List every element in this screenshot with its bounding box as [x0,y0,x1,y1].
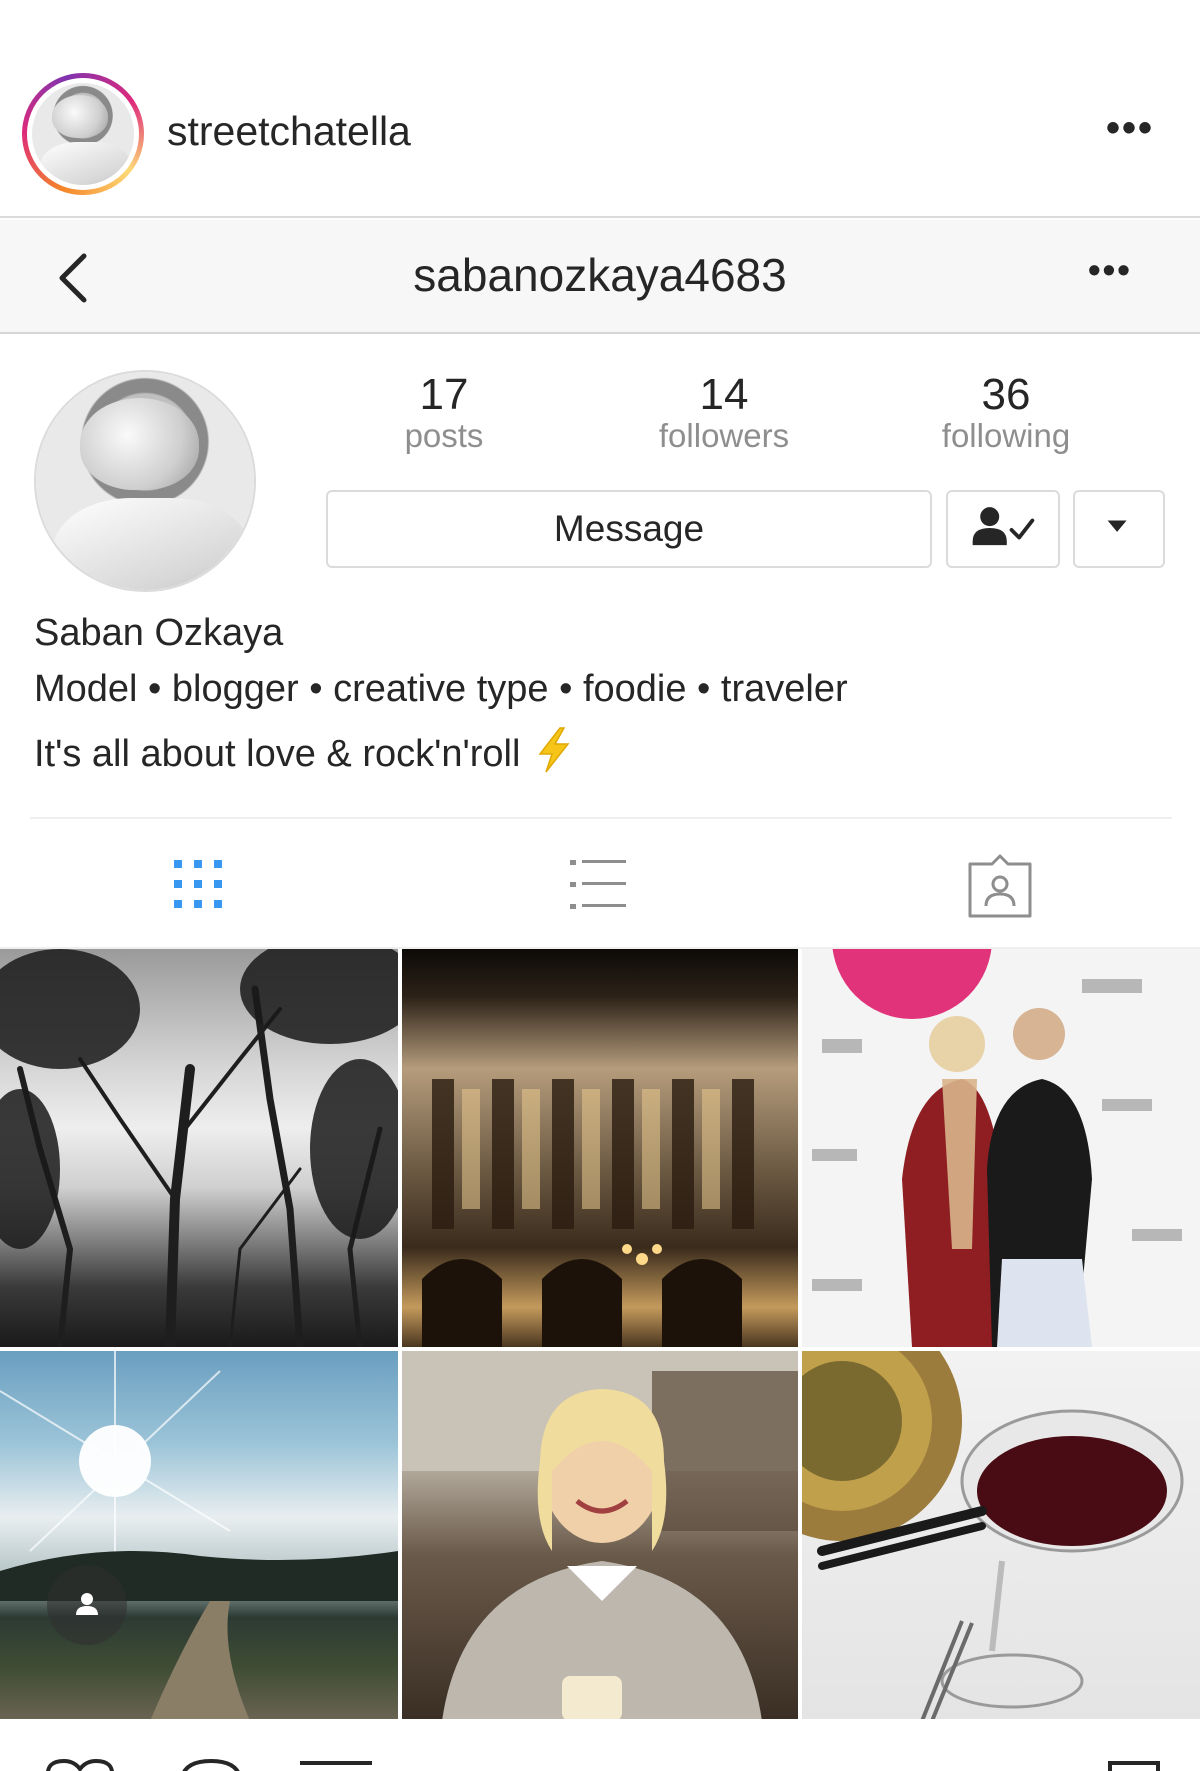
heart-icon[interactable] [40,1757,120,1771]
tagged-photos-icon [968,854,1032,918]
bookmark-icon[interactable] [1104,1757,1164,1771]
profile-avatar[interactable] [34,370,256,592]
nav-bar: sabanozkaya4683 ••• [0,220,1200,334]
profile-stats: 17 posts 14 followers 36 following [324,370,1164,472]
message-button[interactable]: Message [326,490,932,568]
more-horizontal-icon[interactable]: ••• [1106,108,1154,148]
tab-tagged-photos[interactable] [966,850,1034,934]
profile-name: Saban Ozkaya [34,612,284,654]
bio-line-2: It's all about love & rock'n'roll [34,726,572,776]
grid-photo-misty-field[interactable] [0,1351,398,1721]
tab-list-view[interactable] [566,850,630,934]
post-username[interactable]: streetchatella [167,108,411,155]
person-check-icon [972,507,1035,546]
suggestions-dropdown-button[interactable] [1073,490,1165,568]
page-title: sabanozkaya4683 [413,249,787,301]
stat-followers[interactable]: 14 followers [604,370,844,455]
list-view-icon [570,860,626,909]
divider [30,817,1172,819]
grid-photo-wine[interactable] [802,1351,1200,1721]
bio-line: Model • blogger • creative type • foodie… [34,668,848,710]
grid-photo-restaurant[interactable] [402,1351,798,1721]
stat-label: followers [658,417,790,455]
post-actions-strip [0,1719,1200,1771]
avatar-photo [36,372,254,590]
grid-photo-opera-house[interactable] [402,949,798,1347]
tab-grid-view[interactable] [168,850,228,934]
share-icon[interactable] [296,1757,376,1771]
stat-value: 17 [419,370,469,419]
stat-value: 14 [699,370,749,419]
photo-grid [0,947,1200,1721]
post-header: streetchatella ••• [0,0,1200,218]
stat-label: posts [404,417,484,455]
following-button[interactable] [946,490,1060,568]
comment-icon[interactable] [176,1757,246,1771]
more-horizontal-icon[interactable]: ••• [1088,252,1132,288]
avatar-photo [32,83,134,185]
grid-photo-event[interactable] [802,949,1200,1347]
person-tag-icon [76,1593,98,1615]
lightning-bolt-icon [538,727,570,773]
stat-following[interactable]: 36 following [886,370,1126,455]
story-avatar[interactable] [22,73,144,195]
bio-text: It's all about love & rock'n'roll [34,733,521,775]
stat-label: following [941,417,1071,455]
grid-view-icon [174,860,222,908]
grid-photo-trees[interactable] [0,949,398,1347]
caret-down-icon [1107,520,1127,532]
stat-posts[interactable]: 17 posts [324,370,564,455]
stat-value: 36 [981,370,1031,419]
